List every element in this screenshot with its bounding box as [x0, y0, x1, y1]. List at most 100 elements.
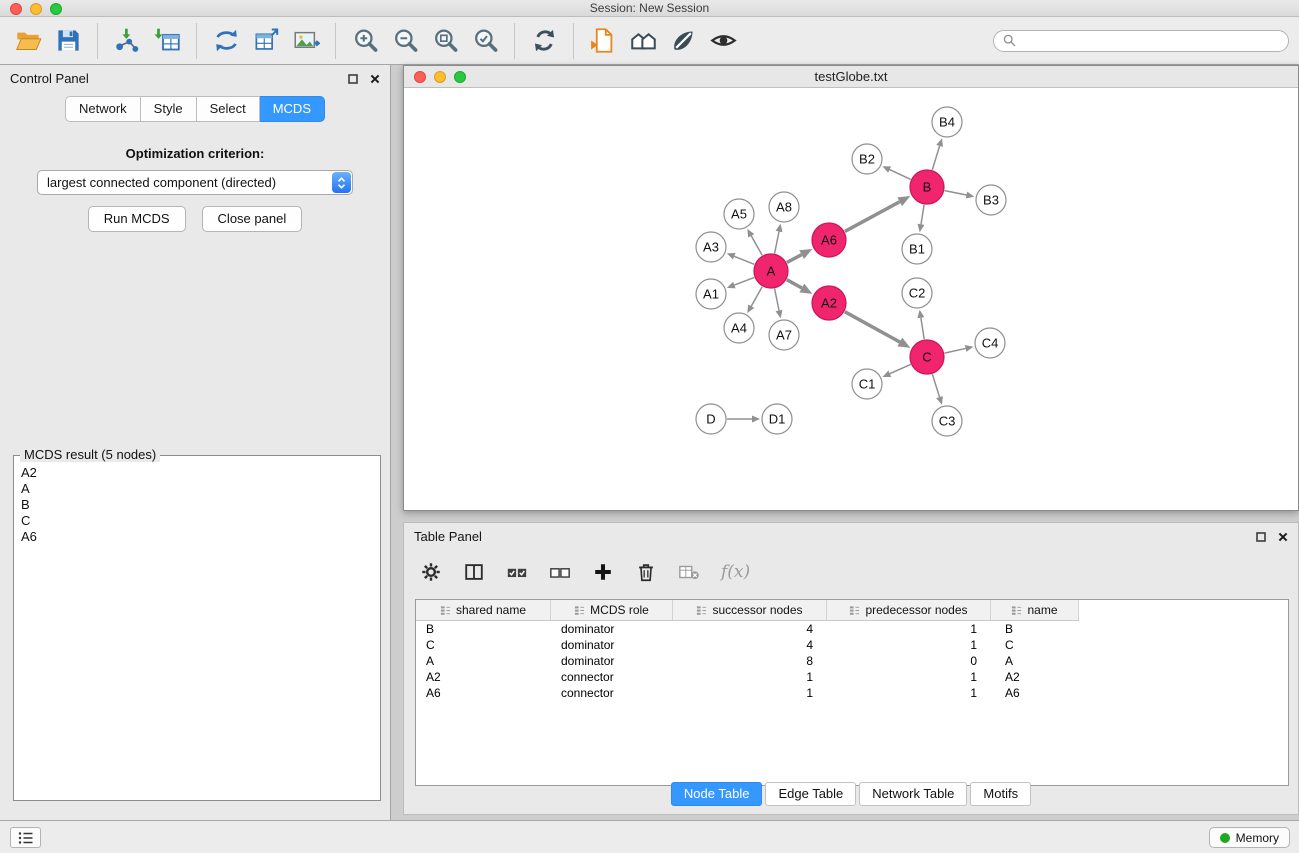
network-edge-A6-B[interactable]: [845, 202, 900, 232]
column-header-name[interactable]: name: [991, 600, 1079, 620]
graphics-details-button[interactable]: [665, 22, 701, 60]
tab-style[interactable]: Style: [141, 96, 197, 122]
mcds-result-item[interactable]: A2: [21, 465, 373, 481]
table-row[interactable]: C dominator 4 1 C: [416, 637, 1288, 653]
network-edge-B-B1[interactable]: [921, 205, 924, 225]
delete-table-button table-delete-icon[interactable]: [678, 561, 700, 583]
apply-layout-button[interactable]: [526, 22, 562, 60]
network-node-A1[interactable]: A1: [696, 279, 726, 309]
zoom-out-button[interactable]: [387, 22, 423, 60]
tab-node-table[interactable]: Node Table: [671, 782, 763, 806]
network-node-A5[interactable]: A5: [724, 199, 754, 229]
table-row[interactable]: A6 connector 1 1 A6: [416, 685, 1288, 701]
show-columns-button columns-icon[interactable]: [463, 561, 485, 583]
memory-button[interactable]: Memory: [1209, 827, 1290, 848]
mcds-result-item[interactable]: A6: [21, 529, 373, 545]
close-panel-button[interactable]: Close panel: [202, 206, 303, 232]
deselect-all-button uncheck-all-icon[interactable]: [549, 561, 571, 583]
tab-edge-table[interactable]: Edge Table: [765, 782, 856, 806]
table-row[interactable]: A dominator 8 0 A: [416, 653, 1288, 669]
mcds-result-item[interactable]: C: [21, 513, 373, 529]
network-node-C3[interactable]: C3: [932, 406, 962, 436]
network-node-B[interactable]: B: [910, 170, 944, 204]
network-edge-C-C3[interactable]: [932, 374, 939, 397]
network-edge-A-A2[interactable]: [787, 280, 802, 288]
zoom-in-button[interactable]: [347, 22, 383, 60]
zoom-fit-button[interactable]: [427, 22, 463, 60]
network-edge-A-A7[interactable]: [775, 289, 779, 311]
tab-mcds[interactable]: MCDS: [260, 96, 325, 122]
tab-network[interactable]: Network: [65, 96, 141, 122]
column-header-predecessor-nodes[interactable]: predecessor nodes: [827, 600, 991, 620]
network-edge-A-A1[interactable]: [734, 277, 754, 285]
network-edge-A2-C[interactable]: [845, 312, 900, 342]
network-node-A8[interactable]: A8: [769, 192, 799, 222]
select-all-button check-all-icon[interactable]: [506, 561, 528, 583]
search-field[interactable]: [993, 30, 1289, 52]
mcds-result-item[interactable]: A: [21, 481, 373, 497]
network-node-A2[interactable]: A2: [812, 286, 846, 320]
tab-network-table[interactable]: Network Table: [859, 782, 967, 806]
zoom-network-window-button[interactable]: [454, 71, 466, 83]
float-table-panel-icon[interactable]: [1256, 532, 1266, 542]
criterion-select[interactable]: largest connected component (directed): [37, 170, 353, 195]
import-network-button[interactable]: [109, 22, 145, 60]
function-builder-button fx-icon[interactable]: f(x): [721, 562, 750, 582]
delete-column-button trash-icon[interactable]: [635, 561, 657, 583]
column-header-successor-nodes[interactable]: successor nodes: [673, 600, 827, 620]
network-canvas[interactable]: B4B2BB3A5A8A6B1A3AC2A1A2A4A7C4CC1C3DD1: [404, 89, 1298, 511]
network-node-D1[interactable]: D1: [762, 404, 792, 434]
network-node-B3[interactable]: B3: [976, 185, 1006, 215]
close-panel-icon[interactable]: [370, 74, 380, 84]
network-node-C4[interactable]: C4: [975, 328, 1005, 358]
zoom-selected-button[interactable]: [467, 22, 503, 60]
network-node-C1[interactable]: C1: [852, 369, 882, 399]
network-edge-C-C4[interactable]: [945, 348, 966, 353]
network-node-C2[interactable]: C2: [902, 278, 932, 308]
run-mcds-button[interactable]: Run MCDS: [88, 206, 186, 232]
network-edge-C-C2[interactable]: [921, 318, 924, 340]
export-table-button[interactable]: [248, 22, 284, 60]
network-edge-B-B2[interactable]: [890, 170, 911, 180]
network-node-B1[interactable]: B1: [902, 234, 932, 264]
network-node-A3[interactable]: A3: [696, 232, 726, 262]
network-edge-B-B4[interactable]: [932, 146, 939, 170]
close-network-window-button[interactable]: [414, 71, 426, 83]
table-row[interactable]: B dominator 4 1 B: [416, 621, 1288, 637]
network-node-B2[interactable]: B2: [852, 144, 882, 174]
close-window-button[interactable]: [10, 3, 22, 15]
network-edge-A-A3[interactable]: [734, 256, 754, 264]
task-history-button[interactable]: [10, 827, 41, 848]
toggle-visibility-button[interactable]: [705, 22, 741, 60]
network-node-A6[interactable]: A6: [812, 223, 846, 257]
import-table-button[interactable]: [149, 22, 185, 60]
close-table-panel-icon[interactable]: [1278, 532, 1288, 542]
tab-motifs[interactable]: Motifs: [970, 782, 1031, 806]
open-session-button[interactable]: [10, 22, 46, 60]
network-node-A[interactable]: A: [754, 254, 788, 288]
zoom-window-button[interactable]: [50, 3, 62, 15]
add-column-button plus-icon[interactable]: [592, 561, 614, 583]
network-edge-A-A5[interactable]: [751, 236, 762, 256]
network-edge-B-B3[interactable]: [945, 191, 967, 195]
mcds-result-item[interactable]: B: [21, 497, 373, 513]
search-input[interactable]: [1021, 34, 1279, 48]
export-image-button[interactable]: [288, 22, 324, 60]
network-window-titlebar[interactable]: testGlobe.txt: [404, 66, 1298, 88]
network-edge-A-A4[interactable]: [751, 287, 762, 307]
minimize-window-button[interactable]: [30, 3, 42, 15]
network-edge-C-C1[interactable]: [890, 364, 911, 373]
network-node-D[interactable]: D: [696, 404, 726, 434]
network-node-A7[interactable]: A7: [769, 320, 799, 350]
document-arrow-button[interactable]: [585, 22, 621, 60]
home-button[interactable]: [625, 22, 661, 60]
network-edge-A-A8[interactable]: [775, 231, 779, 253]
column-header-shared-name[interactable]: shared name: [416, 600, 551, 620]
export-network-button[interactable]: [208, 22, 244, 60]
network-node-B4[interactable]: B4: [932, 107, 962, 137]
table-settings-button gear-icon[interactable]: [420, 561, 442, 583]
column-header-mcds-role[interactable]: MCDS role: [551, 600, 673, 620]
minimize-network-window-button[interactable]: [434, 71, 446, 83]
table-row[interactable]: A2 connector 1 1 A2: [416, 669, 1288, 685]
save-session-button[interactable]: [50, 22, 86, 60]
